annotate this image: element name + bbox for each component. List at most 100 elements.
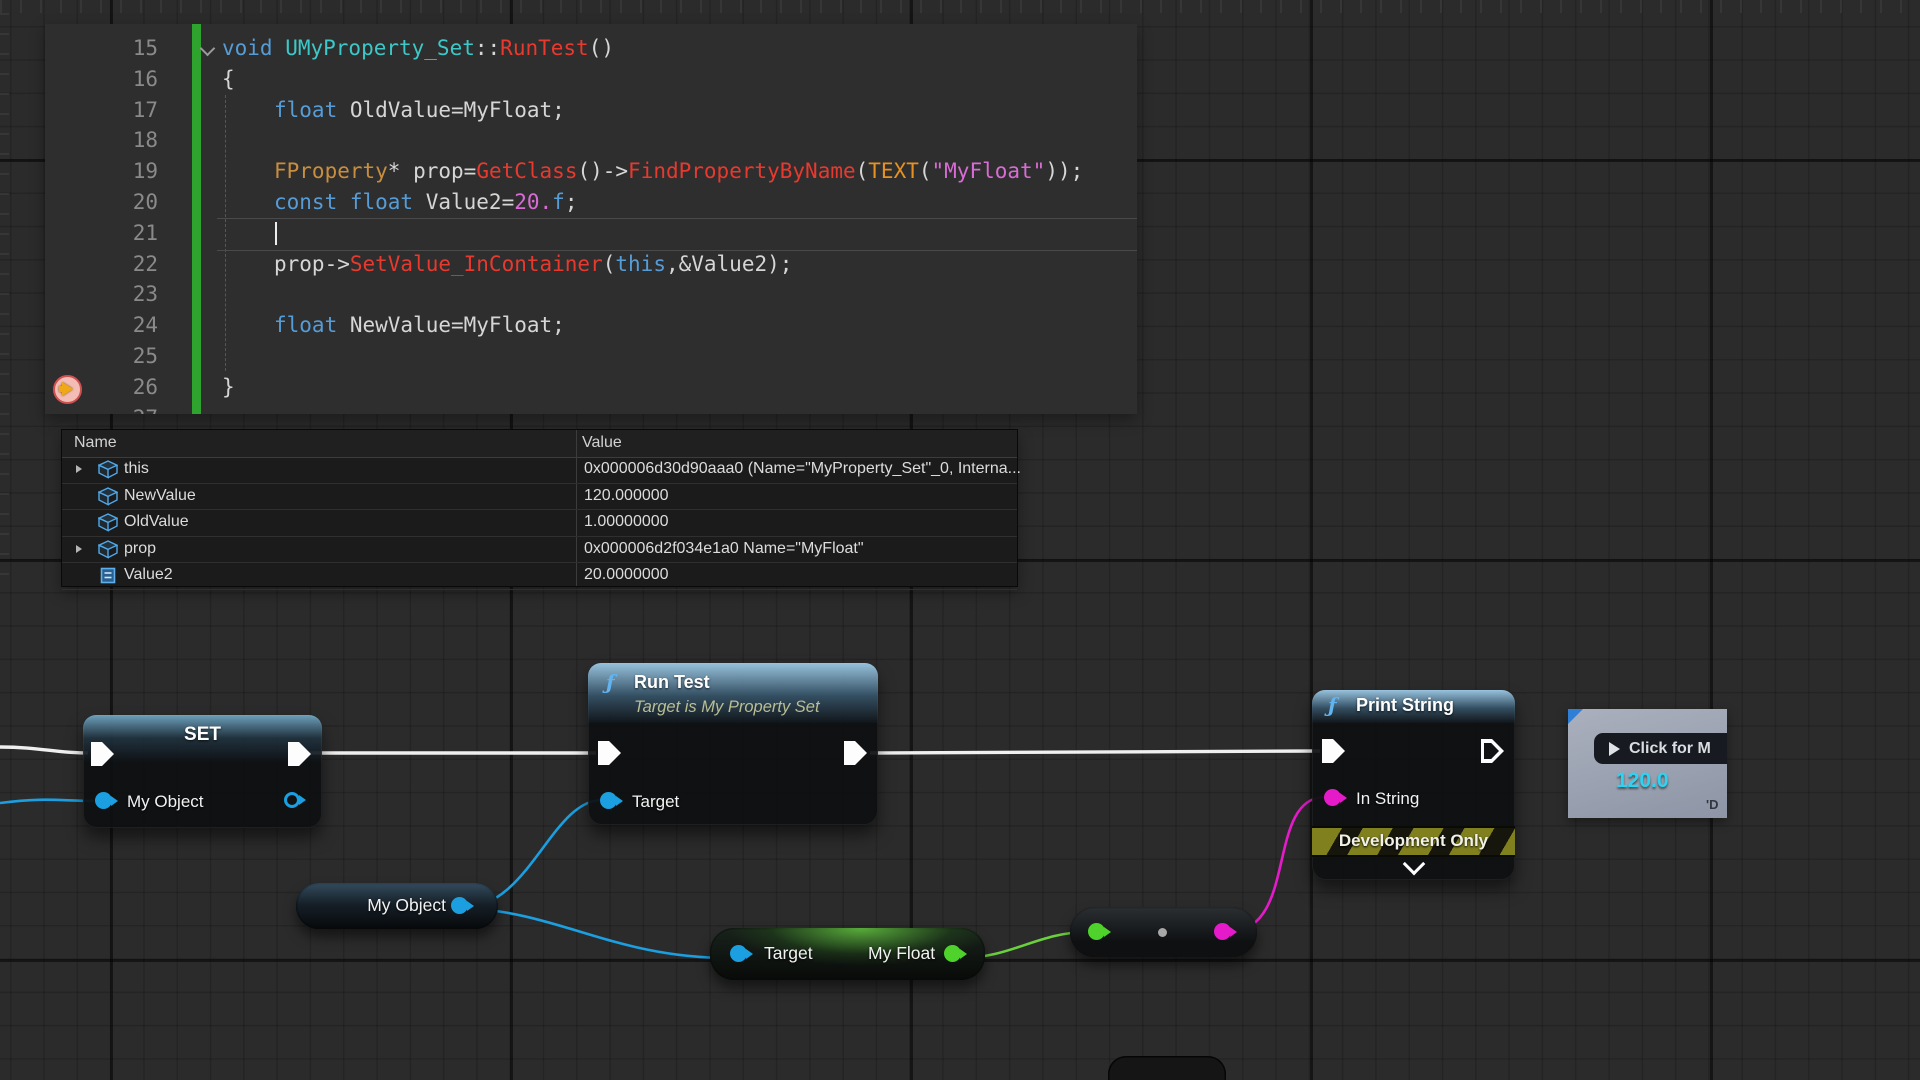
top-tick-ruler	[0, 0, 1920, 13]
struct-icon	[98, 566, 118, 585]
blueprint-editor-canvas[interactable]: SET My Object ƒ Run Test Target is My Pr…	[0, 0, 1920, 1080]
object-cube-icon	[98, 487, 118, 506]
code-line[interactable]: 23	[45, 279, 1137, 310]
code-line[interactable]: 16{	[45, 64, 1137, 95]
partial-text: 'D	[1706, 797, 1718, 812]
variable-watch-panel[interactable]: Name Value this0x000006d30d90aaa0 (Name=…	[61, 429, 1018, 587]
code-line[interactable]: 20 const float Value2=20.f;	[45, 187, 1137, 218]
code-line[interactable]: 22 prop->SetValue_InContainer(this,&Value…	[45, 249, 1137, 280]
object-cube-icon	[98, 513, 118, 532]
expander-icon[interactable]	[76, 465, 82, 473]
print-exec-out-pin[interactable]	[1481, 739, 1504, 763]
line-number: 20	[45, 187, 158, 218]
object-cube-icon	[98, 540, 118, 559]
code-line[interactable]: 21	[45, 218, 1137, 249]
watch-row[interactable]: this0x000006d30d90aaa0 (Name="MyProperty…	[62, 457, 1017, 484]
run-test-node[interactable]: ƒ Run Test Target is My Property Set Tar…	[588, 663, 878, 825]
click-for-label: Click for M	[1629, 740, 1711, 758]
expander-icon[interactable]	[76, 545, 82, 553]
set-my-object-in-pin[interactable]	[95, 792, 112, 809]
line-number: 21	[45, 218, 158, 249]
code-text: float NewValue=MyFloat;	[274, 310, 565, 341]
my-object-getter-node[interactable]: My Object	[296, 883, 498, 929]
variable-value: 0x000006d30d90aaa0 (Name="MyProperty_Set…	[584, 460, 1021, 478]
line-number: 24	[45, 310, 158, 341]
partially-visible-node[interactable]	[1108, 1056, 1226, 1080]
code-text: const float Value2=20.f;	[274, 187, 577, 218]
code-text: }	[222, 372, 235, 403]
current-line-highlight	[217, 218, 1137, 251]
name-column-header: Name	[74, 434, 117, 452]
my-float-out-pin[interactable]	[944, 945, 961, 962]
conversion-out-pin[interactable]	[1214, 923, 1231, 940]
code-text: void UMyProperty_Set::RunTest()	[222, 33, 614, 64]
code-line[interactable]: 19 FProperty* prop=GetClass()->FindProper…	[45, 156, 1137, 187]
run-test-target-pin[interactable]	[600, 792, 617, 809]
print-in-string-pin[interactable]	[1324, 789, 1341, 806]
printed-string-value: 120.0	[1616, 769, 1669, 793]
print-exec-in-pin[interactable]	[1322, 739, 1345, 763]
variable-name: prop	[124, 540, 156, 558]
print-in-string-label: In String	[1356, 789, 1419, 809]
code-line[interactable]: 15 void UMyProperty_Set::RunTest()	[45, 33, 1137, 64]
variable-name: OldValue	[124, 513, 189, 531]
function-icon: ƒ	[1328, 693, 1337, 717]
watch-row[interactable]: OldValue 1.00000000	[62, 510, 1017, 537]
line-number: 23	[45, 279, 158, 310]
print-string-title: Print String	[1356, 695, 1454, 716]
variable-value: 0x000006d2f034e1a0 Name="MyFloat"	[584, 540, 864, 558]
watch-row[interactable]: prop 0x000006d2f034e1a0 Name="MyFloat"	[62, 537, 1017, 564]
print-string-node[interactable]: ƒ Print String In String Development Onl…	[1312, 690, 1515, 880]
code-text: FProperty* prop=GetClass()->FindProperty…	[274, 156, 1083, 187]
run-test-title: Run Test	[634, 672, 710, 693]
object-cube-icon	[98, 460, 118, 479]
click-for-mouse-button[interactable]: Click for M	[1594, 733, 1727, 764]
my-float-getter-node[interactable]: Target My Float	[710, 928, 985, 980]
my-float-target-label: Target	[764, 943, 813, 964]
code-text: float OldValue=MyFloat;	[274, 95, 565, 126]
line-number: 22	[45, 249, 158, 280]
code-line[interactable]: 24 float NewValue=MyFloat;	[45, 310, 1137, 341]
line-number: 25	[45, 341, 158, 372]
line-number: 15	[45, 33, 158, 64]
code-line[interactable]: 18	[45, 125, 1137, 156]
line-number: 27	[45, 403, 158, 414]
my-object-getter-label: My Object	[367, 895, 446, 916]
set-node[interactable]: SET My Object	[83, 715, 322, 828]
set-my-object-out-pin[interactable]	[284, 792, 300, 808]
my-float-target-in-pin[interactable]	[730, 945, 747, 962]
code-line[interactable]: 25	[45, 341, 1137, 372]
variable-name: NewValue	[124, 487, 196, 505]
variable-name: this	[124, 460, 149, 478]
variable-name: Value2	[124, 566, 173, 584]
fold-chevron-icon[interactable]	[200, 41, 216, 57]
conversion-dot-icon	[1158, 928, 1167, 937]
variable-value: 120.000000	[584, 487, 669, 505]
play-arrow-icon	[1609, 742, 1620, 756]
left-tick-ruler	[0, 13, 9, 585]
run-test-exec-out-pin[interactable]	[844, 741, 867, 765]
my-float-out-label: My Float	[868, 943, 935, 964]
code-line[interactable]: 26}	[45, 372, 1137, 403]
my-object-getter-out-pin[interactable]	[451, 897, 468, 914]
run-test-target-label: Target	[632, 792, 679, 812]
line-number: 17	[45, 95, 158, 126]
code-line[interactable]: 27	[45, 403, 1137, 414]
run-test-subtitle: Target is My Property Set	[634, 698, 820, 717]
line-number: 19	[45, 156, 158, 187]
watch-row[interactable]: Value220.0000000	[62, 563, 1017, 590]
debugger-current-line-icon[interactable]	[53, 375, 82, 404]
code-editor-panel[interactable]: 15void UMyProperty_Set::RunTest()16{17fl…	[45, 24, 1137, 414]
variable-value: 1.00000000	[584, 513, 669, 531]
set-node-title: SET	[83, 724, 322, 746]
set-my-object-label: My Object	[127, 792, 204, 812]
code-line[interactable]: 17 float OldValue=MyFloat;	[45, 95, 1137, 126]
code-lines: 15void UMyProperty_Set::RunTest()16{17fl…	[45, 33, 1137, 414]
watch-row[interactable]: NewValue 120.000000	[62, 484, 1017, 511]
viewport-overlay-panel: Click for M 120.0 'D	[1568, 709, 1727, 818]
code-text: prop->SetValue_InContainer(this,&Value2)…	[274, 249, 792, 280]
run-test-exec-in-pin[interactable]	[598, 741, 621, 765]
line-number: 16	[45, 64, 158, 95]
float-to-string-conversion-node[interactable]	[1070, 907, 1257, 957]
conversion-in-pin[interactable]	[1088, 923, 1105, 940]
